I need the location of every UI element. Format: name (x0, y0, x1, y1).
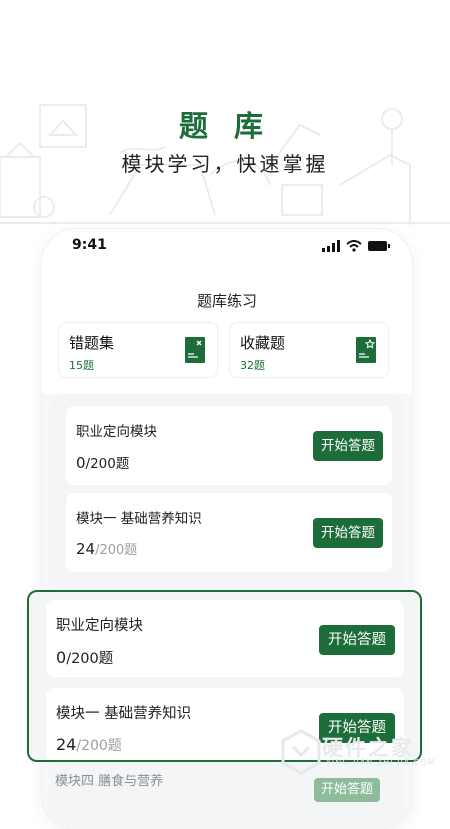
module-name: 职业定向模块 (76, 424, 157, 440)
progress-total: /200题 (76, 738, 122, 754)
module-name: 模块一 基础营养知识 (56, 706, 192, 722)
list-item[interactable]: 职业定向模块 0/200题 开始答题 (66, 406, 392, 485)
page-title: 题库练习 (196, 292, 257, 310)
favorite-notebook-icon (356, 337, 376, 363)
hero-subtitle: 模块学习，快速掌握 (121, 152, 329, 176)
progress-total: /200题 (85, 456, 130, 472)
signal-icon (322, 240, 340, 252)
list-item[interactable]: 模块一 基础营养知识 24/200题 开始答题 (66, 493, 392, 572)
hero-title: 题 库 (178, 109, 272, 143)
module-progress: 0/200题 (76, 452, 129, 472)
module-progress: 0/200题 (56, 647, 113, 668)
wrong-questions-card[interactable]: 错题集 15题 (58, 322, 218, 378)
watermark-subtext: YING JIAN ZHI JIA.COM (326, 758, 436, 767)
card-count: 32题 (240, 359, 265, 372)
progress-done: 0 (56, 648, 67, 667)
battery-icon (368, 241, 390, 251)
module-progress: 24/200题 (76, 539, 137, 558)
list-item[interactable]: 职业定向模块 0/200题 开始答题 (46, 600, 404, 677)
start-answer-button[interactable]: 开始答题 (313, 518, 383, 548)
progress-done: 24 (56, 735, 77, 754)
card-count: 15题 (69, 359, 94, 372)
module-name: 模块一 基础营养知识 (76, 511, 202, 527)
wifi-icon (346, 240, 362, 252)
status-time: 9:41 (72, 237, 107, 253)
progress-total: /200题 (95, 543, 138, 558)
progress-done: 0 (76, 454, 86, 472)
card-title: 错题集 (69, 334, 115, 352)
start-answer-button-faded[interactable]: 开始答题 (314, 778, 380, 802)
faded-module-name: 模块四 膳食与营养 (55, 774, 164, 789)
favorite-questions-card[interactable]: 收藏题 32题 (229, 322, 389, 378)
status-icons (322, 239, 390, 253)
progress-total: /200题 (66, 651, 114, 667)
module-progress: 24/200题 (56, 735, 122, 755)
card-title: 收藏题 (240, 334, 286, 352)
progress-done: 24 (76, 540, 96, 558)
wrong-notebook-icon (185, 337, 205, 363)
start-answer-button[interactable]: 开始答题 (313, 431, 383, 461)
start-answer-button[interactable]: 开始答题 (319, 625, 395, 655)
module-name: 职业定向模块 (56, 618, 143, 634)
